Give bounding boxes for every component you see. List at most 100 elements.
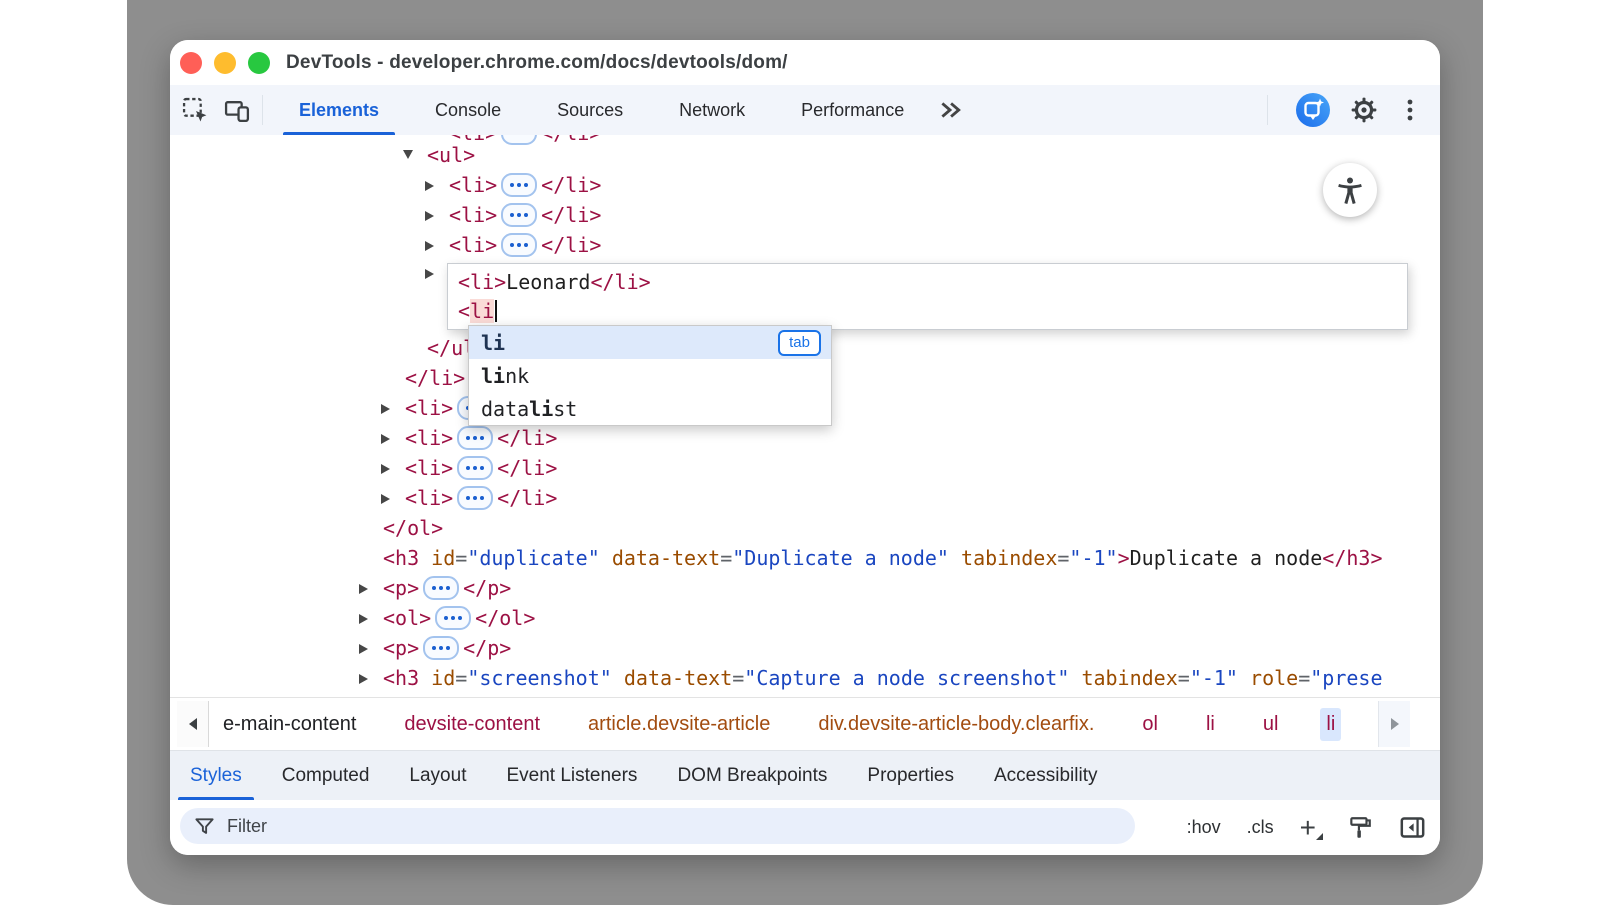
tab-sources[interactable]: Sources [529, 85, 651, 135]
breadcrumb-item-div-devsite-article-body-clearfix-3[interactable]: div.devsite-article-body.clearfix. [812, 708, 1100, 741]
settings-gear-icon[interactable] [1350, 96, 1378, 124]
disclosure-arrow-right[interactable] [381, 494, 390, 504]
styles-tab-event-listeners[interactable]: Event Listeners [486, 751, 657, 800]
paint-roller-icon[interactable] [1347, 815, 1373, 841]
toolbar-separator-right [1267, 95, 1268, 125]
breadcrumb-item-li-5[interactable]: li [1200, 708, 1221, 741]
disclosure-arrow-right[interactable] [381, 404, 390, 414]
autocomplete-option-link[interactable]: link [469, 359, 831, 392]
expand-ellipsis-button[interactable] [501, 203, 537, 227]
new-style-rule-button[interactable]: + [1300, 815, 1321, 841]
tab-console[interactable]: Console [407, 85, 529, 135]
dom-tree-row[interactable]: <ul> [403, 140, 475, 170]
devtools-toolbar: ElementsConsoleSourcesNetworkPerformance [170, 85, 1440, 136]
expand-ellipsis-button[interactable] [457, 486, 493, 510]
autocomplete-option-li[interactable]: litab [469, 326, 831, 359]
styles-tab-dom-breakpoints[interactable]: DOM Breakpoints [657, 751, 847, 800]
styles-pane-tabs: StylesComputedLayoutEvent ListenersDOM B… [170, 750, 1440, 800]
dom-tree-row[interactable]: <li></li> [381, 423, 557, 453]
dom-tree-row[interactable]: <h3 id="screenshot" data-text="Capture a… [359, 663, 1383, 693]
breadcrumb-item-article-devsite-article-2[interactable]: article.devsite-article [582, 708, 776, 741]
disclosure-arrow-right[interactable] [425, 181, 434, 191]
elements-dom-tree: <li>Leonard</li><li litablinkdatalist <l… [170, 135, 1440, 697]
dom-tree-row[interactable]: <li></li> [381, 483, 557, 513]
hover-state-toggle[interactable]: :hov [1187, 817, 1221, 838]
dom-tree-row[interactable]: <li></li> [381, 453, 557, 483]
expand-ellipsis-button[interactable] [501, 173, 537, 197]
toggle-sidebar-icon[interactable] [1399, 814, 1426, 841]
dom-tree-row[interactable]: <li></li> [425, 200, 601, 230]
editor-line-1: <li>Leonard</li> [458, 268, 1407, 297]
dom-tree-row[interactable]: <li></li> [425, 170, 601, 200]
tab-elements[interactable]: Elements [271, 85, 407, 135]
dom-tree-row[interactable]: <p></p> [359, 573, 511, 603]
window-titlebar: DevTools - developer.chrome.com/docs/dev… [170, 40, 1440, 86]
expand-ellipsis-button[interactable] [423, 636, 459, 660]
disclosure-arrow-right[interactable] [425, 241, 434, 251]
accessibility-person-icon [1335, 175, 1365, 205]
expand-ellipsis-button[interactable] [423, 576, 459, 600]
styles-tab-properties[interactable]: Properties [847, 751, 974, 800]
more-tabs-icon[interactable] [938, 98, 962, 122]
expand-ellipsis-button[interactable] [501, 135, 537, 145]
dom-tree-row[interactable]: <li></li> [425, 230, 601, 260]
dom-tree-row[interactable] [425, 258, 449, 288]
styles-tab-accessibility[interactable]: Accessibility [974, 751, 1117, 800]
dom-tree-row[interactable]: </li> [381, 363, 465, 393]
tab-performance[interactable]: Performance [773, 85, 932, 135]
panel-tabs: ElementsConsoleSourcesNetworkPerformance [271, 85, 932, 135]
breadcrumb-scroll-right-button[interactable] [1378, 701, 1410, 747]
disclosure-arrow-right[interactable] [359, 614, 368, 624]
ai-assistance-icon[interactable] [1296, 93, 1330, 127]
styles-tab-styles[interactable]: Styles [170, 751, 262, 800]
disclosure-arrow-right[interactable] [359, 584, 368, 594]
element-classes-toggle[interactable]: .cls [1247, 817, 1274, 838]
editor-line-2: <li [458, 297, 1407, 326]
dropdown-corner-icon [1316, 833, 1323, 840]
disclosure-arrow-down[interactable] [403, 150, 413, 159]
accessibility-overlay-button[interactable] [1323, 163, 1377, 217]
dom-edit-box[interactable]: <li>Leonard</li><li [447, 263, 1408, 330]
breadcrumb-item-ul-6[interactable]: ul [1257, 708, 1285, 741]
disclosure-arrow-right[interactable] [381, 434, 390, 444]
breadcrumb-item-ol-4[interactable]: ol [1136, 708, 1164, 741]
toolbar-separator [262, 95, 263, 125]
styles-tab-computed[interactable]: Computed [262, 751, 390, 800]
autocomplete-option-datalist[interactable]: datalist [469, 392, 831, 425]
minimize-window-button[interactable] [214, 52, 236, 74]
zoom-window-button[interactable] [248, 52, 270, 74]
breadcrumb-item-e-main-content-0[interactable]: e-main-content [217, 708, 362, 741]
breadcrumb-item-li-7[interactable]: li [1320, 708, 1341, 741]
disclosure-arrow-right[interactable] [381, 464, 390, 474]
close-window-button[interactable] [180, 52, 202, 74]
styles-tab-layout[interactable]: Layout [389, 751, 486, 800]
dom-tree-row[interactable]: <ol></ol> [359, 603, 535, 633]
chevron-left-icon [189, 718, 197, 730]
disclosure-arrow-right[interactable] [425, 211, 434, 221]
filter-input[interactable] [225, 815, 1069, 838]
toggle-device-toolbar-icon[interactable] [220, 92, 254, 128]
chevron-right-icon [1391, 718, 1399, 730]
expand-ellipsis-button[interactable] [457, 456, 493, 480]
expand-ellipsis-button[interactable] [501, 233, 537, 257]
disclosure-arrow-right[interactable] [425, 269, 434, 279]
breadcrumb-scroll-left-button[interactable] [177, 701, 209, 747]
breadcrumb-item-devsite-content-1[interactable]: devsite-content [398, 708, 546, 741]
disclosure-arrow-right[interactable] [359, 644, 368, 654]
tab-key-badge: tab [778, 330, 821, 356]
more-menu-icon[interactable] [1398, 97, 1422, 123]
inspect-element-icon[interactable] [178, 92, 212, 128]
styles-filter-field[interactable] [180, 808, 1135, 844]
styles-filter-row: :hov .cls + [170, 800, 1440, 855]
tab-network[interactable]: Network [651, 85, 773, 135]
dom-tree-row[interactable]: <h3 id="duplicate" data-text="Duplicate … [359, 543, 1383, 573]
dom-tree-row[interactable]: <p></p> [359, 633, 511, 663]
edited-tag-highlight: li [470, 299, 494, 323]
dom-tree-row[interactable]: </ol> [359, 513, 443, 543]
devtools-window: DevTools - developer.chrome.com/docs/dev… [170, 40, 1440, 855]
disclosure-arrow-right[interactable] [359, 674, 368, 684]
breadcrumb: e-main-content devsite-content article.dev… [217, 708, 1341, 741]
expand-ellipsis-button[interactable] [457, 426, 493, 450]
expand-ellipsis-button[interactable] [435, 606, 471, 630]
autocomplete-dropdown: litablinkdatalist [468, 325, 832, 426]
